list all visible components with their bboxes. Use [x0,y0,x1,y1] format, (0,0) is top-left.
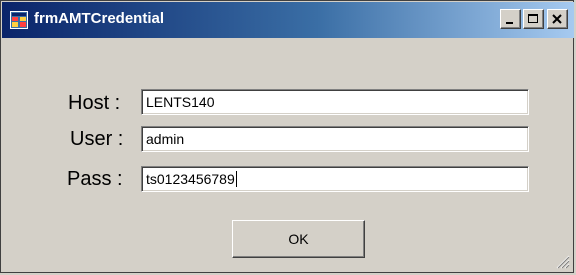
window-title: frmAMTCredential [34,10,165,27]
close-button[interactable] [547,9,568,29]
maximize-icon [528,14,538,23]
minimize-button[interactable] [500,9,521,29]
pass-label: Pass : [67,168,123,190]
close-icon [552,14,562,24]
host-label: Host : [68,92,121,114]
host-value: LENTS140 [146,94,215,110]
user-value: admin [146,131,185,147]
credential-window: frmAMTCredential Host : LENTS140 User : [0,0,574,273]
text-caret [235,171,237,187]
form-app-icon [10,11,28,29]
title-bar[interactable]: frmAMTCredential [2,2,574,38]
pass-value: ts0123456789 [146,171,235,187]
host-input[interactable]: LENTS140 [141,89,529,115]
maximize-button[interactable] [523,9,544,29]
caption-buttons [500,9,568,29]
resize-grip-icon[interactable] [554,253,570,269]
user-input[interactable]: admin [141,126,529,152]
minimize-icon [506,22,513,24]
ok-button[interactable]: OK [232,220,365,258]
pass-input[interactable]: ts0123456789 [141,166,529,192]
user-label: User : [70,128,124,150]
